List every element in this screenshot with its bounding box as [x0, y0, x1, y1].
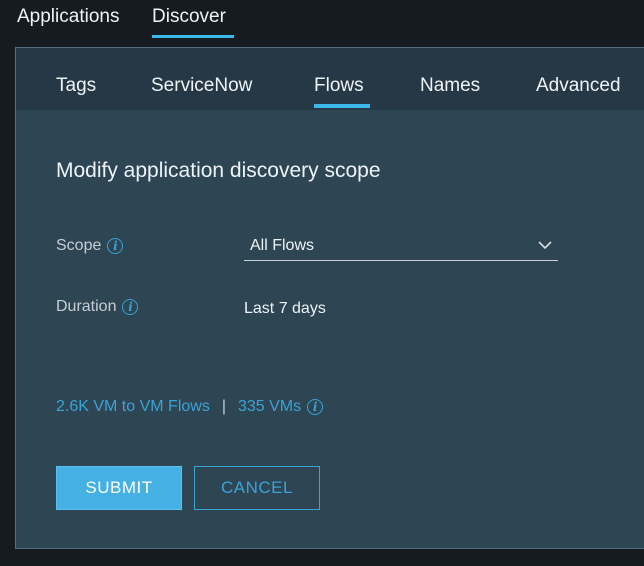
info-icon[interactable]: i: [107, 238, 124, 254]
discover-panel: Tags ServiceNow Flows Names Advanced Mod…: [15, 47, 644, 549]
flows-count-link[interactable]: 2.6K VM to VM Flows: [56, 398, 210, 416]
form-title: Modify application discovery scope: [56, 159, 381, 182]
discovery-stats: 2.6K VM to VM Flows | 335 VMs i: [56, 398, 324, 416]
info-icon[interactable]: i: [122, 299, 139, 315]
subtab-tags[interactable]: Tags: [56, 75, 96, 97]
top-navigation: Applications Discover: [0, 0, 644, 46]
chevron-down-icon: [538, 241, 552, 250]
info-icon[interactable]: i: [307, 399, 324, 415]
cancel-button[interactable]: CANCEL: [194, 466, 320, 510]
duration-value: Last 7 days: [244, 300, 326, 317]
stats-separator: |: [221, 398, 226, 415]
vms-count-link[interactable]: 335 VMs: [238, 398, 301, 416]
submit-button[interactable]: SUBMIT: [56, 466, 182, 510]
active-tab-indicator: [152, 35, 234, 38]
scope-select[interactable]: All Flows: [244, 234, 558, 261]
active-subtab-indicator: [314, 104, 370, 108]
subtab-advanced[interactable]: Advanced: [536, 75, 621, 97]
scope-select-value: All Flows: [250, 237, 315, 254]
duration-label-group: Duration i: [56, 298, 139, 316]
subtab-servicenow[interactable]: ServiceNow: [151, 75, 252, 97]
subtab-names[interactable]: Names: [420, 75, 480, 97]
sub-tab-bar: Tags ServiceNow Flows Names Advanced: [16, 48, 644, 110]
tab-discover[interactable]: Discover: [152, 6, 226, 28]
scope-label-group: Scope i: [56, 237, 124, 255]
subtab-flows[interactable]: Flows: [314, 75, 364, 97]
tab-applications[interactable]: Applications: [17, 6, 119, 28]
scope-label: Scope: [56, 237, 102, 254]
duration-label: Duration: [56, 298, 117, 315]
